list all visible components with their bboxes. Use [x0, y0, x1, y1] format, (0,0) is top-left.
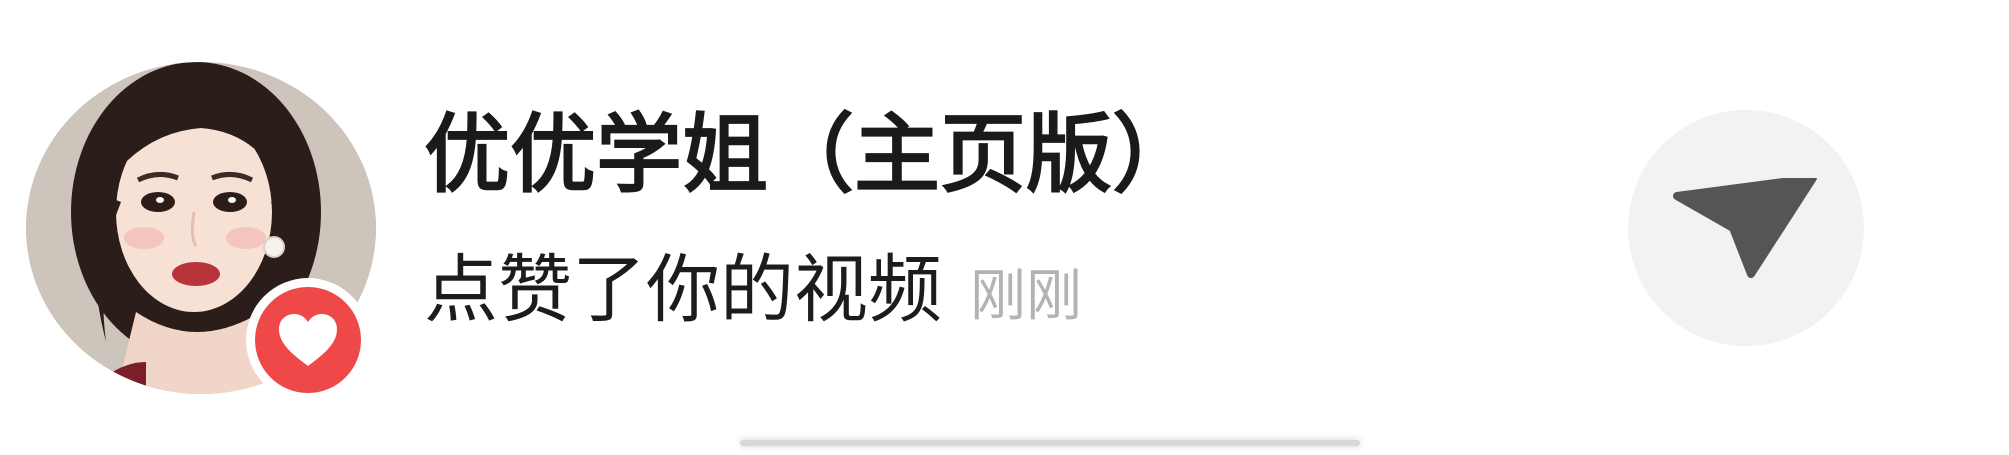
action-row: 点赞了你的视频 刚刚 — [424, 242, 1198, 345]
heart-icon — [279, 314, 337, 366]
send-icon — [1673, 178, 1817, 278]
like-badge — [246, 278, 370, 402]
like-notification[interactable]: 优优学姐（主页版） 点赞了你的视频 刚刚 — [0, 0, 2009, 455]
action-text: 点赞了你的视频 — [424, 247, 942, 333]
user-name[interactable]: 优优学姐（主页版） — [424, 100, 1198, 210]
avatar-container — [26, 62, 378, 402]
share-button[interactable] — [1628, 110, 1864, 346]
bottom-divider — [740, 440, 1360, 446]
timestamp: 刚刚 — [970, 264, 1082, 329]
notification-text: 优优学姐（主页版） 点赞了你的视频 刚刚 — [424, 100, 1198, 345]
like-badge-fill — [255, 287, 361, 393]
